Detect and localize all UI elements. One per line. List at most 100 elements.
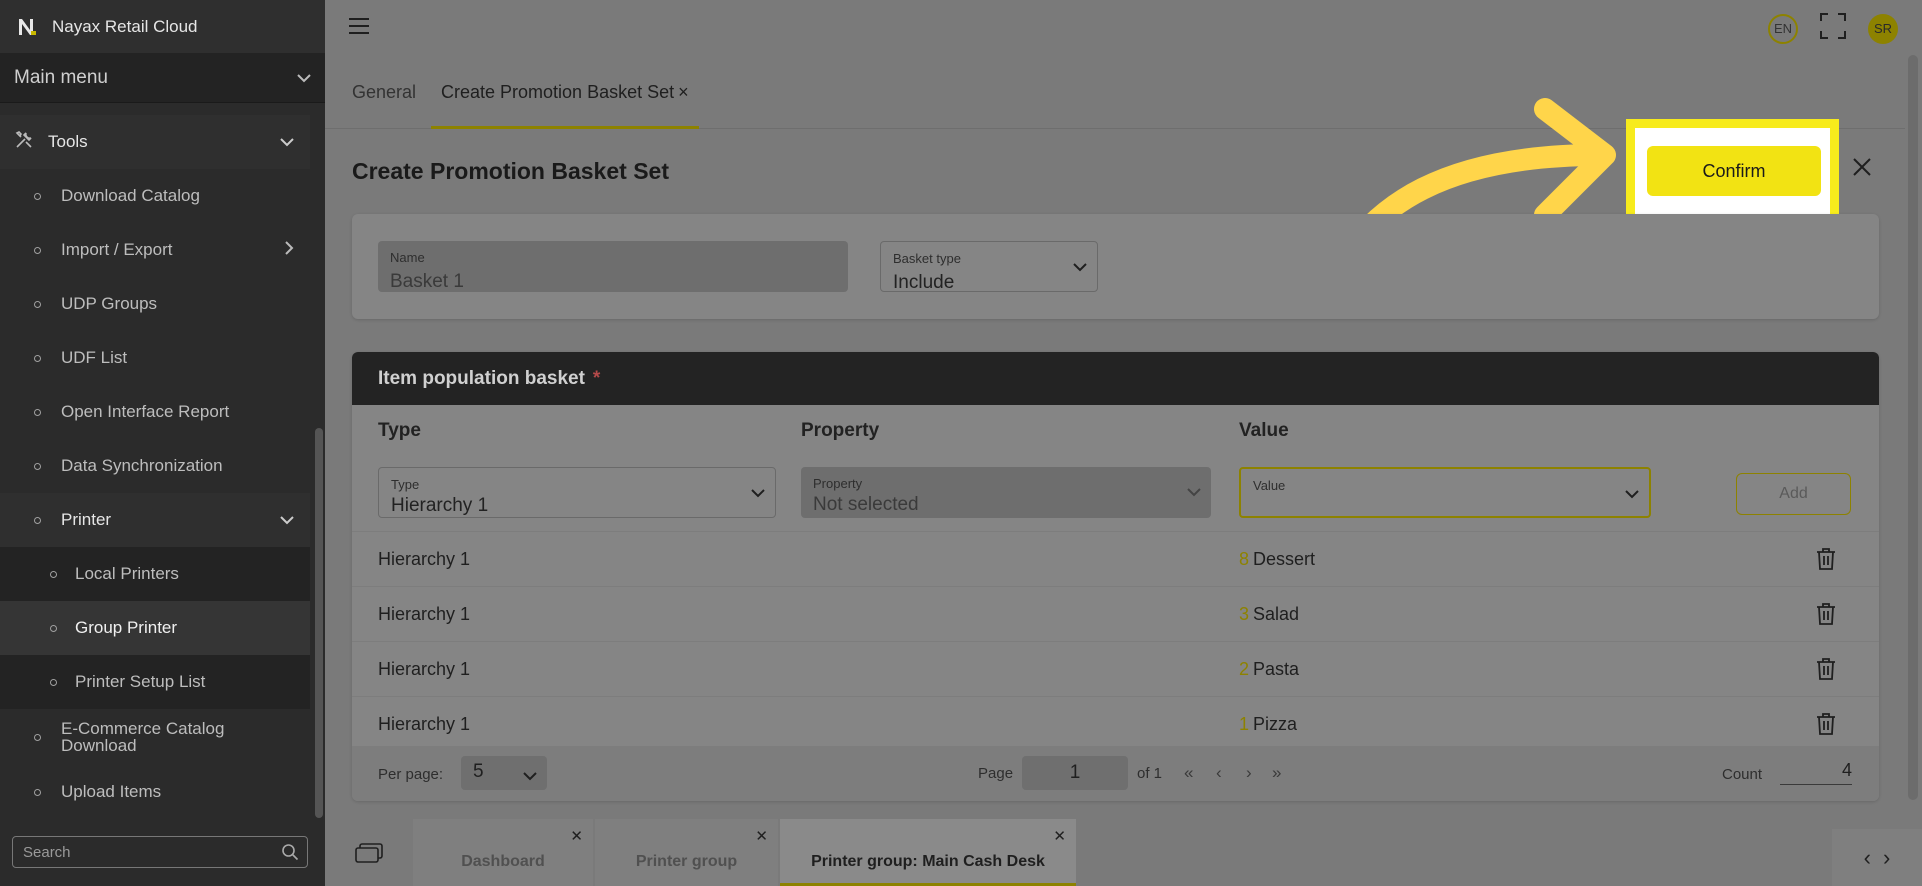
tab-general[interactable]: General — [352, 55, 416, 129]
chevron-down-icon — [1073, 259, 1087, 277]
bullet-icon — [34, 408, 41, 416]
trash-icon[interactable] — [1815, 657, 1837, 686]
tab-label: Create Promotion Basket Set — [441, 81, 675, 102]
row-code: 2 — [1239, 658, 1250, 679]
page-label: Page — [978, 765, 1014, 782]
sidebar-item-label: Upload Items — [61, 782, 162, 801]
per-page-select[interactable]: 5 — [461, 756, 547, 790]
bottom-tab-label: Printer group — [635, 852, 738, 870]
row-type: Hierarchy 1 — [378, 548, 471, 569]
tab-navigation: ‹ › — [1832, 829, 1922, 886]
bullet-icon — [34, 246, 41, 254]
close-tab-icon[interactable]: ✕ — [570, 827, 583, 845]
bottom-tab-printer-group[interactable]: Printer group ✕ — [595, 819, 778, 886]
chevron-down-icon — [297, 67, 311, 89]
main-menu-toggle[interactable]: Main menu — [0, 53, 325, 103]
row-value: 8 Dessert — [1239, 549, 1315, 570]
column-header-type: Type — [378, 420, 421, 441]
sidebar-item-udp-groups[interactable]: UDP Groups — [0, 277, 310, 331]
sidebar-item-ecommerce-catalog-download[interactable]: E-Commerce Catalog Download — [0, 709, 310, 765]
count-label: Count — [1722, 766, 1763, 783]
close-tab-icon[interactable]: ✕ — [1053, 827, 1066, 845]
bottom-tab-printer-group-main-cash-desk[interactable]: Printer group: Main Cash Desk ✕ — [780, 819, 1076, 886]
property-select[interactable]: Property Not selected — [801, 467, 1211, 518]
name-field[interactable]: Name Basket 1 — [378, 241, 848, 292]
field-label: Type — [391, 477, 420, 492]
item-population-basket: Item population basket * Type Property V… — [352, 352, 1879, 801]
sidebar-item-group-printer[interactable]: Group Printer — [0, 601, 310, 655]
windows-icon[interactable] — [355, 843, 383, 868]
property-value: Not selected — [813, 494, 919, 515]
page-of-label: of 1 — [1137, 765, 1163, 782]
table-row: Hierarchy 1 8 Dessert — [352, 531, 1879, 586]
sidebar-item-tools[interactable]: Tools — [0, 115, 310, 169]
tab-create-promotion-basket-set[interactable]: Create Promotion Basket Set × — [431, 55, 701, 129]
row-value-label: Dessert — [1253, 548, 1316, 569]
bullet-icon — [34, 354, 41, 362]
next-page-icon[interactable]: › — [1246, 763, 1252, 783]
page-title: Create Promotion Basket Set — [352, 158, 669, 184]
sidebar-item-printer-setup-list[interactable]: Printer Setup List — [0, 655, 310, 709]
chevron-down-icon — [1625, 486, 1639, 504]
first-page-icon[interactable]: « — [1184, 763, 1193, 783]
language-selector[interactable]: EN — [1768, 13, 1798, 44]
per-page-label: Per page: — [378, 766, 444, 783]
last-page-icon[interactable]: » — [1272, 763, 1281, 783]
sidebar-search-input[interactable] — [23, 843, 273, 861]
chevron-down-icon — [1187, 484, 1201, 502]
sidebar-scrollbar[interactable] — [315, 428, 323, 818]
sidebar-item-label: Printer — [61, 510, 112, 529]
brand[interactable]: Nayax Retail Cloud — [0, 0, 325, 53]
sidebar: Nayax Retail Cloud Main menu Tools Downl… — [0, 0, 325, 886]
active-tab-indicator — [431, 126, 699, 129]
value-select[interactable]: Value — [1239, 467, 1651, 518]
required-mark: * — [592, 367, 601, 389]
field-label: Name — [390, 250, 425, 265]
search-icon[interactable] — [281, 843, 299, 866]
tools-icon — [14, 130, 34, 155]
prev-page-icon[interactable]: ‹ — [1216, 763, 1222, 783]
sidebar-item-open-interface-report[interactable]: Open Interface Report — [0, 385, 310, 439]
row-type: Hierarchy 1 — [378, 658, 471, 679]
sidebar-item-import-export[interactable]: Import / Export — [0, 223, 310, 277]
row-value-label: Pasta — [1253, 658, 1300, 679]
add-button[interactable]: Add — [1736, 473, 1851, 515]
user-avatar[interactable]: SR — [1868, 13, 1898, 44]
sidebar-item-local-printers[interactable]: Local Printers — [0, 547, 310, 601]
bullet-icon — [34, 516, 41, 524]
content-scrollbar[interactable] — [1908, 55, 1918, 800]
close-tab-icon[interactable]: ✕ — [755, 827, 768, 845]
top-bar: EN SR — [325, 0, 1922, 55]
sidebar-item-upload-items[interactable]: Upload Items — [0, 765, 310, 819]
bottom-tab-dashboard[interactable]: Dashboard ✕ — [413, 819, 593, 886]
column-header-value: Value — [1239, 420, 1289, 441]
basket-header: Item population basket * — [352, 352, 1879, 405]
field-label: Value — [1253, 478, 1286, 493]
row-value: 3 Salad — [1239, 604, 1299, 625]
row-value-label: Salad — [1253, 603, 1300, 624]
basket-type-select[interactable]: Basket type Include — [880, 241, 1098, 293]
hamburger-menu-icon[interactable] — [349, 18, 369, 39]
field-label: Property — [813, 476, 863, 491]
trash-icon[interactable] — [1815, 712, 1837, 741]
main-menu-label: Main menu — [14, 66, 108, 88]
page-input[interactable]: 1 — [1022, 756, 1128, 790]
chevron-down-icon — [280, 510, 294, 530]
count-value: 4 — [1780, 760, 1852, 785]
chevron-right-icon[interactable]: › — [1883, 845, 1890, 871]
fullscreen-icon[interactable] — [1820, 13, 1846, 44]
trash-icon[interactable] — [1815, 547, 1837, 576]
sidebar-item-download-catalog[interactable]: Download Catalog — [0, 169, 310, 223]
sidebar-item-udf-list[interactable]: UDF List — [0, 331, 310, 385]
sidebar-item-data-synchronization[interactable]: Data Synchronization — [0, 439, 310, 493]
bottom-tabs: Dashboard ✕ Printer group ✕ Printer grou… — [325, 819, 1922, 886]
confirm-button[interactable]: Confirm — [1647, 146, 1821, 196]
sidebar-item-printer[interactable]: Printer — [0, 493, 310, 547]
trash-icon[interactable] — [1815, 602, 1837, 631]
chevron-left-icon[interactable]: ‹ — [1864, 845, 1871, 871]
type-select[interactable]: Type Hierarchy 1 — [378, 467, 776, 518]
close-tab-icon[interactable]: × — [678, 82, 689, 103]
per-page-value: 5 — [473, 761, 484, 782]
close-icon[interactable] — [1852, 157, 1872, 182]
row-code: 3 — [1239, 603, 1250, 624]
